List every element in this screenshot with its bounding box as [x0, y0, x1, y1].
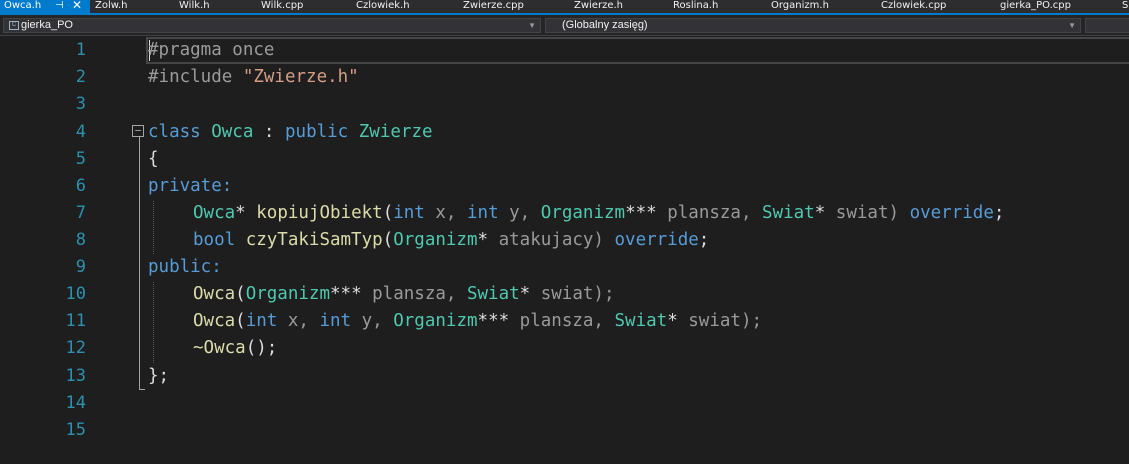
line-number: 14 — [65, 393, 86, 413]
tab-overflow[interactable]: S — [1122, 0, 1128, 13]
line-number: 9 — [75, 257, 86, 277]
tab-label: Zwierze.cpp — [463, 0, 524, 11]
line-number: 11 — [65, 311, 86, 331]
tab-label: Zolw.h — [95, 0, 128, 11]
project-dropdown[interactable]: C gierka_PO ▼ — [3, 18, 541, 33]
project-dropdown-value: gierka_PO — [21, 19, 73, 31]
line-number: 15 — [65, 420, 86, 440]
line-number: 4 — [75, 122, 86, 142]
tab-czlowiek-cpp[interactable]: Czlowiek.cpp — [881, 0, 946, 13]
line-number: 5 — [75, 149, 86, 169]
current-line-highlight — [146, 37, 1129, 64]
tab-roslina-h[interactable]: Roslina.h — [673, 0, 718, 13]
member-dropdown[interactable] — [1085, 18, 1129, 33]
line-number: 10 — [65, 284, 86, 304]
tab-organizm-h[interactable]: Organizm.h — [771, 0, 829, 13]
navigation-bar: C gierka_PO ▼ (Globalny zasięg) ▼ — [0, 15, 1129, 36]
line-number: 12 — [65, 338, 86, 358]
document-tab-bar: Owca.h ⊣ ✕ Zolw.h Wilk.h Wilk.cpp Czlowi… — [0, 0, 1129, 13]
indent-guide — [153, 201, 154, 254]
tab-owca-h[interactable]: Owca.h ⊣ ✕ — [0, 0, 90, 13]
code-line-5: { — [148, 149, 159, 169]
line-number: 7 — [75, 203, 86, 223]
tab-label: Roslina.h — [673, 0, 719, 11]
tab-gierka-po-cpp[interactable]: gierka_PO.cpp — [1000, 0, 1071, 13]
line-number: 1 — [75, 40, 86, 60]
tab-label: Wilk.cpp — [261, 0, 304, 11]
tab-label: S — [1122, 0, 1129, 11]
close-icon[interactable]: ✕ — [72, 0, 82, 11]
code-line-9: public: — [148, 257, 222, 277]
chevron-down-icon: ▼ — [1068, 21, 1076, 30]
code-line-12: ~Owca(); — [193, 338, 278, 358]
code-line-6: private: — [148, 176, 233, 196]
code-line-7: Owca* kopiujObiekt(int x, int y, Organiz… — [193, 203, 1005, 223]
tab-wilk-h[interactable]: Wilk.h — [179, 0, 210, 13]
outline-bracket-end — [139, 389, 145, 390]
tab-label: Czlowiek.h — [356, 0, 410, 11]
outline-bracket — [139, 137, 140, 389]
tab-label: Wilk.h — [179, 0, 210, 11]
code-line-13: }; — [148, 366, 170, 386]
code-line-4: class Owca : public Zwierze — [148, 122, 433, 142]
tab-zwierze-h[interactable]: Zwierze.h — [574, 0, 623, 13]
pin-icon[interactable]: ⊣ — [55, 0, 64, 12]
code-line-8: bool czyTakiSamTyp(Organizm* atakujacy) … — [193, 230, 710, 250]
tab-label: Zwierze.h — [574, 0, 623, 11]
tab-zolw-h[interactable]: Zolw.h — [95, 0, 128, 13]
line-number: 8 — [75, 230, 86, 250]
tab-label: Czlowiek.cpp — [881, 0, 947, 11]
chevron-down-icon: ▼ — [528, 21, 536, 30]
line-number: 6 — [75, 176, 86, 196]
tab-zwierze-cpp[interactable]: Zwierze.cpp — [463, 0, 524, 13]
tab-label: Organizm.h — [771, 0, 829, 11]
code-line-11: Owca(int x, int y, Organizm*** plansza, … — [193, 311, 763, 331]
line-number: 2 — [75, 67, 86, 87]
tab-czlowiek-h[interactable]: Czlowiek.h — [356, 0, 410, 13]
scope-dropdown-value: (Globalny zasięg) — [562, 19, 648, 31]
indent-guide — [153, 282, 154, 363]
line-number: 3 — [75, 94, 86, 114]
tab-label: gierka_PO.cpp — [1000, 0, 1072, 11]
project-file-icon: C — [9, 21, 19, 30]
code-line-2: #include "Zwierze.h" — [148, 67, 359, 87]
line-number: 13 — [65, 366, 86, 386]
collapse-toggle-icon[interactable]: − — [132, 125, 144, 137]
code-line-1: #pragma once — [148, 40, 275, 60]
scope-dropdown[interactable]: (Globalny zasięg) ▼ — [545, 18, 1081, 33]
code-line-10: Owca(Organizm*** plansza, Swiat* swiat); — [193, 284, 615, 304]
tab-label: Owca.h — [4, 0, 42, 11]
tab-wilk-cpp[interactable]: Wilk.cpp — [261, 0, 303, 13]
code-editor[interactable]: 1 2 3 4 5 6 7 8 9 10 11 12 13 14 15 − #p… — [0, 37, 1129, 464]
